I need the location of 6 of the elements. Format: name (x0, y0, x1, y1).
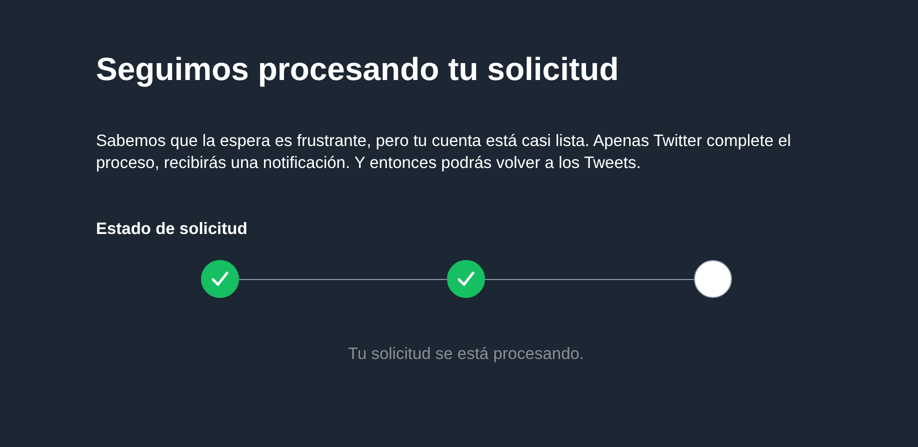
checkmark-icon (457, 271, 475, 287)
status-label: Estado de solicitud (96, 220, 248, 239)
checkmark-icon (210, 271, 228, 287)
status-text: Tu solicitud se está procesando. (346, 345, 586, 364)
message-text: Sabemos que la espera es frustrante, pero tu cuenta está casi lista. Apenas Twitter complete el proceso, recibirás una notificación. Y entonces podrás volver a los Tweets. (96, 131, 792, 174)
page-title: Seguimos procesando tu solicitud (96, 50, 620, 89)
